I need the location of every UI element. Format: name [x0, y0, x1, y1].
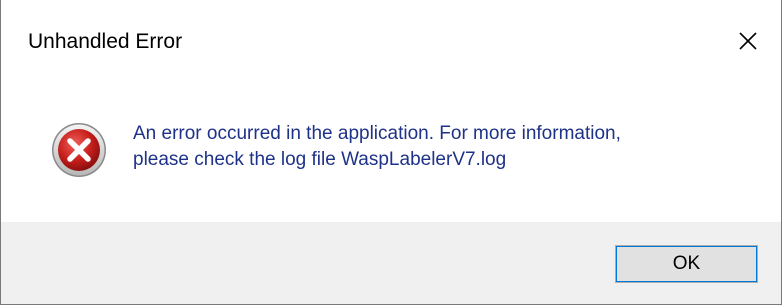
close-icon [739, 32, 757, 50]
button-bar: OK [1, 222, 781, 304]
error-dialog: Unhandled Error An error occurred in the… [0, 0, 782, 305]
dialog-content: An error occurred in the application. Fo… [1, 84, 781, 222]
dialog-title: Unhandled Error [28, 30, 183, 53]
title-bar: Unhandled Error [1, 0, 781, 84]
close-button[interactable] [727, 22, 769, 60]
ok-button[interactable]: OK [615, 245, 758, 283]
error-message-line-1: An error occurred in the application. Fo… [133, 123, 621, 144]
error-icon [52, 123, 106, 177]
error-message: An error occurred in the application. Fo… [133, 121, 753, 173]
error-message-line-2: please check the log file WaspLabelerV7.… [133, 149, 507, 170]
